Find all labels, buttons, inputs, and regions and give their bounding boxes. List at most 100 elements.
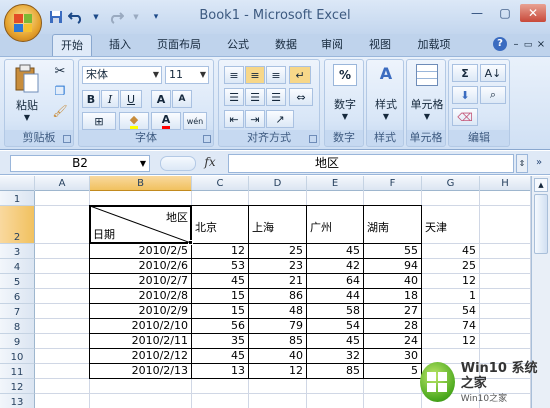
value-cell[interactable]: 12 [422,334,479,349]
shrink-font-button[interactable]: A [172,90,192,108]
value-cell[interactable]: 86 [249,289,306,304]
align-bottom-icon[interactable]: ≡ [266,66,286,84]
value-cell[interactable]: 13 [192,364,248,379]
maximize-icon[interactable]: ▢ [492,4,518,22]
value-cell[interactable]: 35 [192,334,248,349]
value-cell[interactable]: 25 [249,244,306,259]
minimize-icon[interactable]: — [464,4,490,22]
borders-button[interactable]: ⊞ [82,112,116,130]
value-cell[interactable]: 58 [307,304,363,319]
select-all-button[interactable] [0,176,35,191]
column-header-c[interactable]: C [192,176,249,191]
orientation-icon[interactable]: ↗ [266,110,294,128]
increase-indent-icon[interactable]: ⇥ [245,110,265,128]
tab-formulas[interactable]: 公式 [218,34,258,56]
column-header-d[interactable]: D [249,176,307,191]
value-cell[interactable]: 53 [192,259,248,274]
value-cell[interactable]: 30 [364,349,421,364]
font-name-select[interactable]: 宋体 ▼ [82,66,162,84]
value-cell[interactable]: 45 [307,244,363,259]
value-cell[interactable]: 74 [422,319,479,334]
date-cell[interactable]: 2010/2/6 [90,259,191,274]
value-cell[interactable]: 5 [364,364,421,379]
value-cell[interactable]: 15 [192,304,248,319]
expand-formula-icon[interactable]: ⇕ [516,154,528,173]
value-cell[interactable]: 24 [364,334,421,349]
column-header-a[interactable]: A [35,176,90,191]
font-color-button[interactable]: A [151,112,181,130]
styles-button[interactable]: A 样式 ▼ [369,64,403,121]
underline-button[interactable]: U [120,90,142,108]
row-header-4[interactable]: 4 [0,259,35,274]
tab-view[interactable]: 视图 [360,34,400,56]
value-cell[interactable]: 28 [364,319,421,334]
value-cell[interactable]: 64 [307,274,363,289]
tab-page-layout[interactable]: 页面布局 [150,34,208,56]
column-header-g[interactable]: G [422,176,480,191]
value-cell[interactable]: 94 [364,259,421,274]
row-header-7[interactable]: 7 [0,304,35,319]
row-header-9[interactable]: 9 [0,334,35,349]
value-cell[interactable]: 23 [249,259,306,274]
value-cell[interactable]: 54 [307,319,363,334]
value-cell[interactable]: 56 [192,319,248,334]
row-header-3[interactable]: 3 [0,244,35,259]
format-painter-icon[interactable]: 🖌 [51,104,69,118]
value-cell[interactable]: 54 [422,304,479,319]
date-cell[interactable]: 2010/2/11 [90,334,191,349]
wrap-text-icon[interactable]: ↵ [289,66,311,84]
value-cell[interactable]: 15 [192,289,248,304]
scroll-up-icon[interactable]: ▲ [534,178,548,192]
merge-center-icon[interactable]: ⇔ [289,88,313,106]
tab-data[interactable]: 数据 [266,34,306,56]
fill-color-button[interactable]: ◆ [119,112,149,130]
copy-icon[interactable]: ❐ [51,84,69,98]
book-close-icon[interactable]: × [535,34,547,56]
align-right-icon[interactable]: ☰ [266,88,286,106]
row-header-1[interactable]: 1 [0,191,35,206]
date-cell[interactable]: 2010/2/9 [90,304,191,319]
autosum-icon[interactable]: Σ [452,64,478,82]
row-header-8[interactable]: 8 [0,319,35,334]
clipboard-launcher-icon[interactable] [63,135,71,143]
bold-button[interactable]: B [82,90,100,108]
formula-input[interactable]: 地区 [228,154,514,173]
date-cell[interactable]: 2010/2/7 [90,274,191,289]
clear-icon[interactable]: ⌫ [452,108,478,126]
ribbon-minimize-icon[interactable]: – [509,34,523,56]
value-cell[interactable]: 45 [192,349,248,364]
tab-review[interactable]: 审阅 [312,34,352,56]
row-header-11[interactable]: 11 [0,364,35,379]
row-header-5[interactable]: 5 [0,274,35,289]
align-middle-icon[interactable]: ≡ [245,66,265,84]
value-cell[interactable]: 32 [307,349,363,364]
value-cell[interactable]: 12 [422,274,479,289]
row-header-10[interactable]: 10 [0,349,35,364]
row-header-12[interactable]: 12 [0,379,35,394]
insert-function-icon[interactable]: fx [200,155,220,172]
value-cell[interactable]: 27 [364,304,421,319]
value-cell[interactable]: 85 [307,364,363,379]
column-header-f[interactable]: F [364,176,422,191]
value-cell[interactable]: 21 [249,274,306,289]
find-select-icon[interactable]: ⌕ [480,86,506,104]
column-header-h[interactable]: H [480,176,531,191]
help-icon[interactable]: ? [493,37,507,51]
align-top-icon[interactable]: ≡ [224,66,244,84]
value-cell[interactable]: 25 [422,259,479,274]
date-cell[interactable]: 2010/2/12 [90,349,191,364]
column-header-b[interactable]: B [90,176,192,191]
row-header-2[interactable]: 2 [0,206,35,244]
value-cell[interactable]: 55 [364,244,421,259]
cells-button[interactable]: 单元格 ▼ [409,64,445,121]
date-cell[interactable]: 2010/2/13 [90,364,191,379]
align-center-icon[interactable]: ☰ [245,88,265,106]
font-size-select[interactable]: 11 ▼ [165,66,209,84]
restore-icon[interactable]: ▭ [522,34,534,56]
value-cell[interactable]: 79 [249,319,306,334]
tab-add-ins[interactable]: 加载项 [410,34,458,56]
font-launcher-icon[interactable] [203,135,211,143]
value-cell[interactable]: 12 [249,364,306,379]
chevron-down-icon[interactable]: » [532,154,546,173]
scrollbar-thumb[interactable] [534,194,548,254]
